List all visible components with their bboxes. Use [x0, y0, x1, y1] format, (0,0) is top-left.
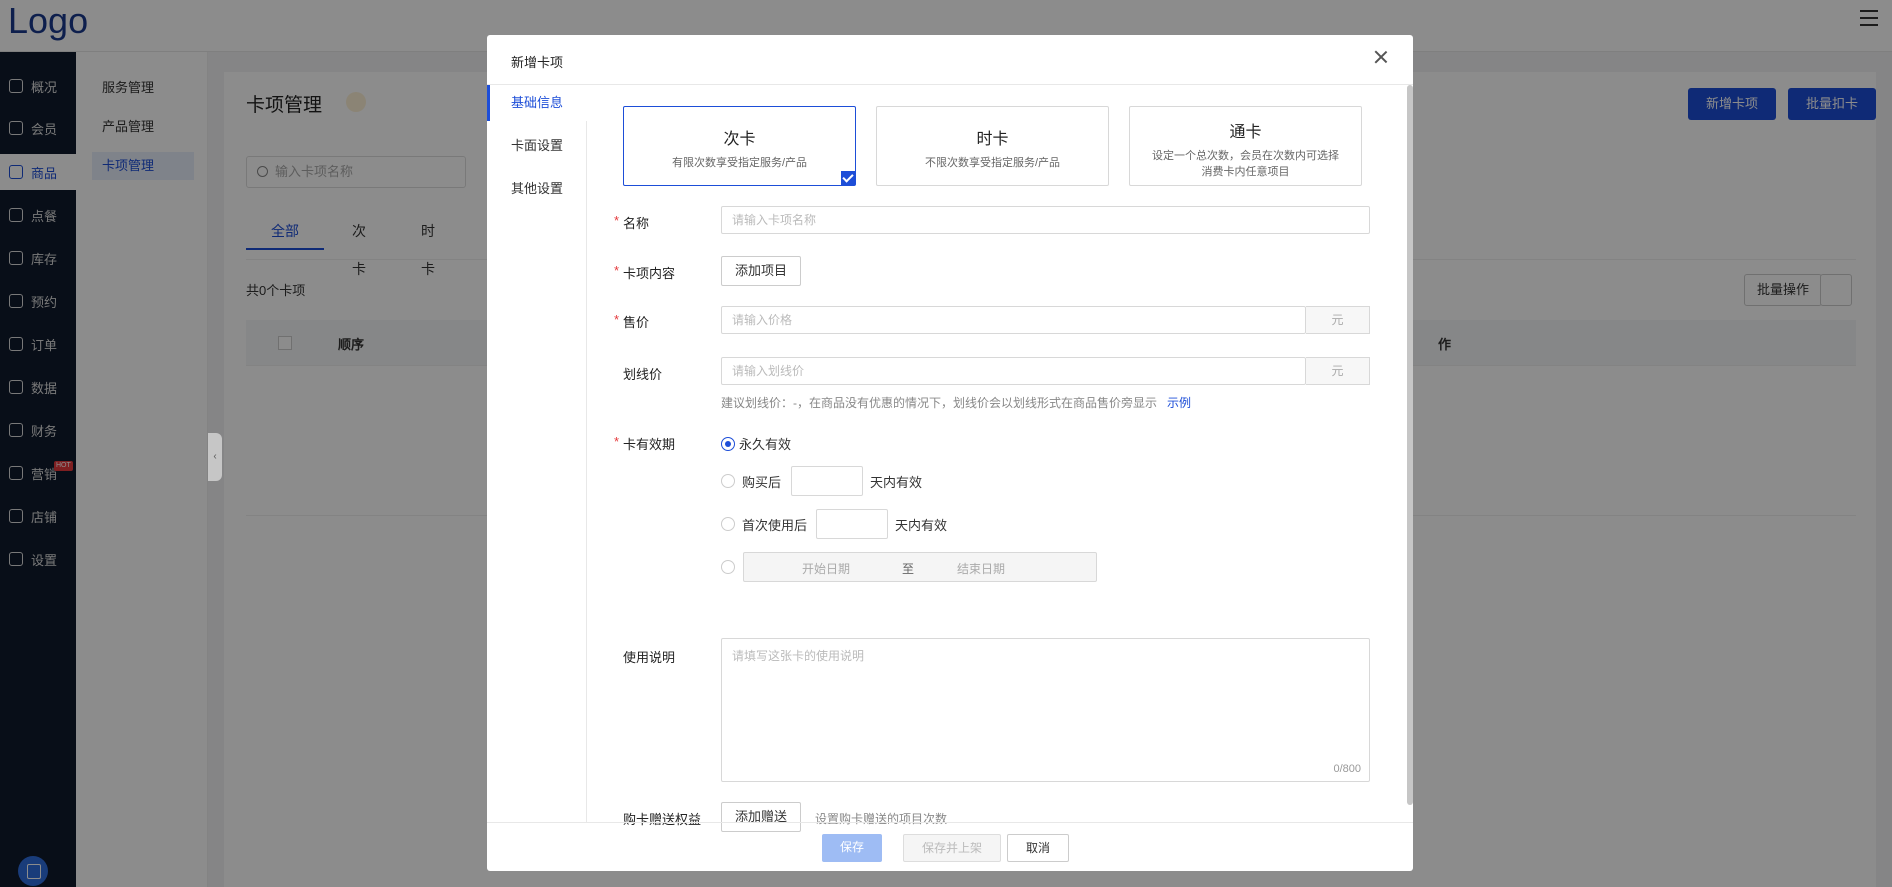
- close-icon[interactable]: [1373, 49, 1389, 65]
- date-range-picker[interactable]: 开始日期 至 结束日期: [743, 552, 1097, 582]
- usage-label: 使用说明: [623, 650, 676, 665]
- card-type-universal[interactable]: 通卡 设定一个总次数，会员在次数内可选择消费卡内任意项目: [1129, 106, 1362, 186]
- price-label: * 售价: [614, 312, 650, 330]
- price-unit: 元: [1306, 306, 1370, 334]
- modal-header: 新增卡项: [487, 35, 1413, 85]
- new-card-modal: 新增卡项 基础信息 卡面设置 其他设置 次卡 有限次数享受指定服务/产品 时卡 …: [487, 35, 1413, 871]
- date-to: 至: [902, 562, 915, 576]
- validity-label: * 卡有效期: [614, 434, 676, 452]
- save-button[interactable]: 保存: [822, 834, 883, 862]
- collapse-handle[interactable]: ‹: [208, 433, 222, 481]
- after-first-use-days-input[interactable]: [816, 509, 888, 539]
- app-root: Logo 概况 会员 商品 点餐 库存 预约 订单 数据 财务 营销 HOT 店铺…: [0, 0, 1892, 887]
- card-type-desc: 设定一个总次数，会员在次数内可选择消费卡内任意项目: [1152, 150, 1339, 178]
- tab-other-settings[interactable]: 其他设置: [487, 171, 587, 207]
- usage-placeholder: 请填写这张卡的使用说明: [732, 649, 865, 663]
- radio-after-first-use[interactable]: [721, 517, 735, 531]
- days-suffix: 天内有效: [895, 518, 948, 533]
- radio-after-purchase[interactable]: [721, 474, 735, 488]
- modal-side-tabs: 基础信息 卡面设置 其他设置: [487, 85, 588, 822]
- end-date[interactable]: 结束日期: [957, 560, 1005, 577]
- add-item-button[interactable]: 添加项目: [721, 256, 802, 286]
- after-purchase-days-input[interactable]: [791, 466, 863, 496]
- radio-date-range[interactable]: [721, 560, 735, 574]
- char-counter: 0/800: [1333, 763, 1361, 775]
- card-type-title: 时卡: [976, 131, 1009, 148]
- strike-price-hint: 建议划线价：-，在商品没有优惠的情况下，划线价会以划线形式在商品售价旁显示 示例: [721, 396, 1192, 410]
- modal-title: 新增卡项: [511, 55, 564, 70]
- forever-text: 永久有效: [739, 437, 792, 452]
- price-input[interactable]: 请输入价格: [721, 306, 1306, 334]
- checkmark-icon: [841, 171, 855, 185]
- card-type-count[interactable]: 次卡 有限次数享受指定服务/产品: [623, 106, 856, 186]
- name-input[interactable]: 请输入卡项名称: [721, 206, 1370, 234]
- radio-forever[interactable]: [721, 437, 735, 451]
- tab-card-face[interactable]: 卡面设置: [487, 128, 587, 164]
- card-type-desc: 有限次数享受指定服务/产品: [671, 157, 808, 169]
- card-type-title: 次卡: [723, 131, 756, 148]
- cancel-button[interactable]: 取消: [1007, 834, 1070, 862]
- card-type-title: 通卡: [1229, 124, 1262, 141]
- days-suffix: 天内有效: [870, 475, 923, 490]
- strike-price-input[interactable]: 请输入划线价: [721, 357, 1306, 385]
- example-link[interactable]: 示例: [1167, 396, 1191, 410]
- save-publish-button[interactable]: 保存并上架: [903, 834, 1002, 862]
- card-type-time[interactable]: 时卡 不限次数享受指定服务/产品: [876, 106, 1109, 186]
- start-date[interactable]: 开始日期: [802, 560, 850, 577]
- tab-basic-info[interactable]: 基础信息: [487, 85, 588, 121]
- card-type-desc: 不限次数享受指定服务/产品: [924, 157, 1061, 169]
- after-first-use-text: 首次使用后: [742, 518, 808, 533]
- modal-body: 次卡 有限次数享受指定服务/产品 时卡 不限次数享受指定服务/产品 通卡 设定一…: [587, 85, 1413, 832]
- content-label: * 卡项内容: [614, 263, 676, 281]
- usage-textarea[interactable]: 请填写这张卡的使用说明 0/800: [721, 638, 1370, 782]
- name-label: * 名称: [614, 213, 650, 231]
- modal-footer: 保存 保存并上架 取消: [487, 822, 1413, 871]
- scrollbar[interactable]: [1407, 85, 1413, 805]
- strike-price-label: 划线价: [623, 367, 663, 382]
- after-purchase-text: 购买后: [742, 475, 782, 490]
- strike-price-unit: 元: [1306, 357, 1370, 385]
